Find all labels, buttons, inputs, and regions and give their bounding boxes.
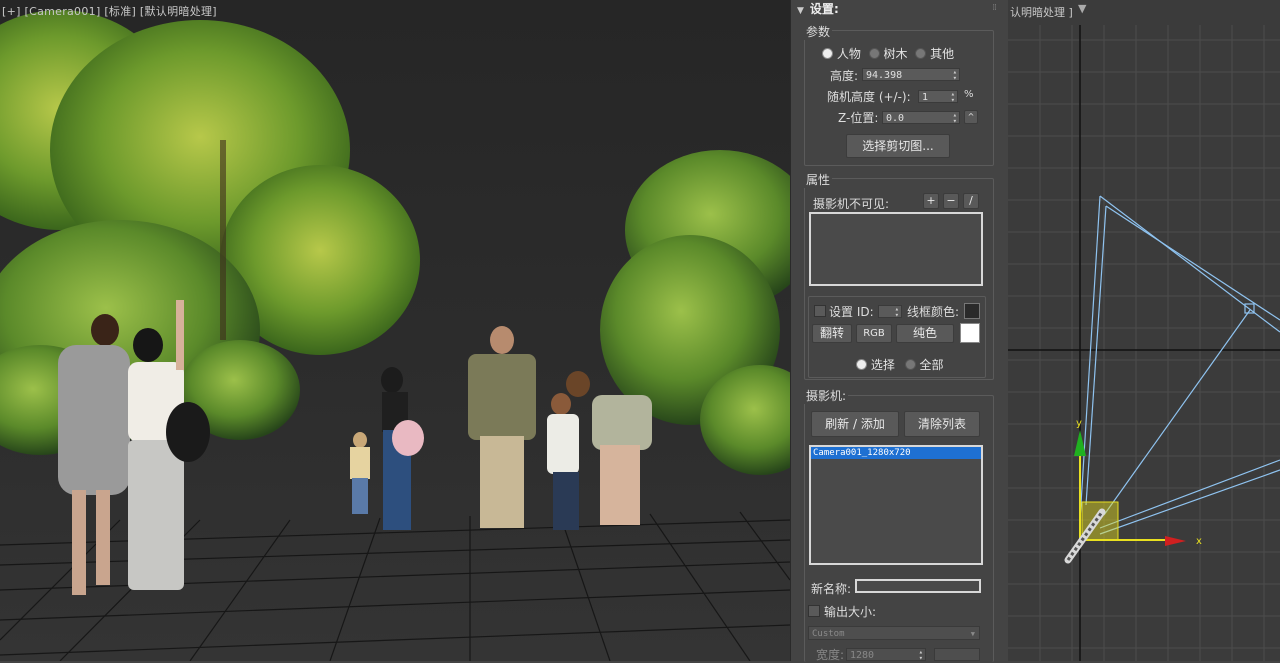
wire-color-swatch[interactable] [964, 303, 980, 319]
camera-list-item[interactable]: Camera001_1280x720 [811, 447, 981, 459]
chevron-down-icon: ▼ [970, 630, 975, 638]
remove-button[interactable]: − [943, 193, 959, 209]
invisible-objects-list[interactable] [809, 212, 983, 286]
height-output-spinner[interactable] [934, 648, 980, 661]
random-height-label: 随机高度 (+/-): [827, 90, 911, 104]
z-position-spinner[interactable]: 0.0 ▴ ▾ [882, 111, 960, 125]
top-viewport[interactable]: x y 认明暗处理 ] ▼ [1008, 0, 1280, 661]
output-size-label: 输出大小: [824, 605, 877, 619]
apply-radio-group: 选择 全部 [856, 356, 944, 373]
radio-people[interactable]: 人物 [822, 47, 861, 61]
params-group-title: 参数 [804, 23, 833, 40]
ground-grid [0, 511, 790, 661]
width-label: 宽度: [816, 648, 845, 662]
preset-dropdown[interactable]: Custom ▼ [808, 626, 980, 640]
radio-trees[interactable]: 树木 [868, 47, 908, 61]
set-id-spinner[interactable]: ▴ ▾ [878, 305, 902, 319]
height-label: 高度: [830, 69, 859, 83]
camera-invisible-label: 摄影机不可见: [813, 197, 890, 211]
drag-handle-icon[interactable]: ⁞⁞ [992, 3, 997, 13]
set-id-checkbox[interactable] [814, 305, 826, 317]
rgb-button[interactable]: RGB [856, 324, 892, 343]
refresh-add-button[interactable]: 刷新 / 添加 [811, 411, 899, 437]
random-height-spinner[interactable]: 1 ▴ ▾ [918, 90, 958, 104]
type-radio-group: 人物 树木 其他 [822, 45, 954, 62]
camera-group-title: 摄影机: [804, 387, 849, 404]
wire-color-label: 线框颜色: [907, 305, 960, 319]
output-size-checkbox[interactable] [808, 605, 820, 617]
axis-x-label: x [1196, 536, 1202, 547]
edit-button[interactable]: / [963, 193, 979, 209]
collapse-arrow-icon: ▼ [797, 6, 804, 16]
select-clip-button[interactable]: 选择剪切图... [846, 134, 950, 158]
properties-group-title: 属性 [804, 171, 833, 188]
flip-button[interactable]: 翻转 [812, 324, 852, 343]
viewport-label[interactable]: [+] [Camera001] [标准] [默认明暗处理] [2, 3, 217, 19]
new-name-input[interactable] [855, 579, 981, 593]
height-spinner[interactable]: 94.398 ▴ ▾ [862, 68, 960, 82]
width-spinner[interactable]: 1280 ▴ ▾ [846, 648, 926, 662]
z-position-label: Z-位置: [838, 111, 879, 125]
radio-other[interactable]: 其他 [915, 47, 954, 61]
clear-list-button[interactable]: 清除列表 [904, 411, 980, 437]
viewport-label-right[interactable]: 认明暗处理 ] [1010, 4, 1073, 20]
percent-label: % [964, 89, 974, 100]
radio-select[interactable]: 选择 [856, 358, 895, 372]
top-viewport-scene: x y [1008, 25, 1280, 661]
camera-frustum [1079, 195, 1280, 535]
z-pick-button[interactable]: ^ [964, 110, 978, 124]
axis-y-label: y [1076, 418, 1082, 429]
filter-icon[interactable]: ▼ [1078, 2, 1086, 15]
radio-all[interactable]: 全部 [904, 358, 944, 372]
add-button[interactable]: + [923, 193, 939, 209]
camera-list[interactable]: Camera001_1280x720 [809, 445, 983, 565]
rollout-title: 设置 [809, 2, 834, 16]
solid-button[interactable]: 纯色 [896, 324, 954, 343]
new-name-label: 新名称: [811, 582, 852, 596]
camera-viewport[interactable]: [+] [Camera001] [标准] [默认明暗处理] [0, 0, 790, 661]
viewport-scene [0, 10, 790, 661]
rollout-header[interactable]: ▼ 设置: [797, 0, 839, 17]
set-id-label: 设置 ID: [829, 305, 874, 319]
solid-color-swatch[interactable] [960, 323, 980, 343]
